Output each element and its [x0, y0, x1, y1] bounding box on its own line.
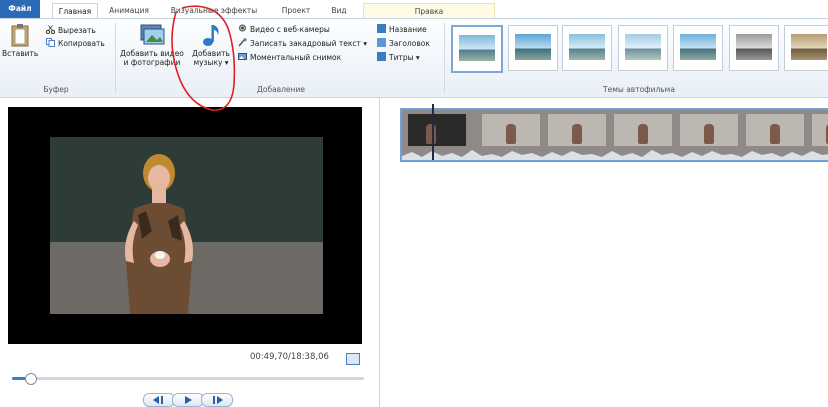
group-separator — [444, 23, 445, 93]
tab-home[interactable]: Главная — [52, 3, 98, 19]
add-video-photo-button[interactable]: Добавить видео и фотографии — [120, 23, 184, 67]
narration-label: Записать закадровый текст ▾ — [250, 39, 368, 48]
scissors-icon — [45, 25, 56, 35]
webcam-video-button[interactable]: Видео с веб-камеры — [238, 24, 330, 35]
theme-cinematic[interactable] — [562, 25, 612, 71]
group-separator — [115, 23, 116, 93]
microphone-icon — [238, 38, 247, 47]
add-music-label-2: музыку ▾ — [193, 58, 229, 67]
tab-edit[interactable]: Правка — [363, 3, 495, 19]
video-preview[interactable] — [8, 107, 362, 344]
playback-timecode: 00:49,70/18:38,06 — [250, 352, 329, 362]
credits-button[interactable]: Титры ▾ — [377, 52, 420, 63]
record-narration-button[interactable]: Записать закадровый текст ▾ — [238, 38, 367, 49]
ribbon: Вставить Вырезать Копировать Буфер Добав… — [0, 18, 828, 98]
clipboard-group-label: Буфер — [43, 85, 69, 94]
timeline-playhead[interactable] — [432, 104, 434, 160]
credits-icon — [377, 52, 386, 61]
caption-button[interactable]: Заголовок — [377, 38, 430, 49]
music-note-icon — [199, 23, 223, 47]
clip-frame — [548, 114, 606, 146]
tab-animation[interactable]: Анимация — [104, 3, 154, 18]
audio-waveform — [402, 150, 828, 160]
clip-frame — [408, 114, 466, 146]
add-video-label-1: Добавить видео — [120, 49, 184, 58]
tab-project[interactable]: Проект — [278, 3, 314, 18]
seek-thumb[interactable] — [24, 373, 37, 385]
seek-slider[interactable] — [12, 373, 364, 385]
caption-label: Заголовок — [389, 39, 430, 48]
fullscreen-icon[interactable] — [346, 353, 360, 365]
title-button[interactable]: Название — [377, 24, 427, 35]
pane-divider[interactable] — [379, 97, 380, 407]
copy-icon — [46, 38, 55, 47]
next-frame-icon — [213, 396, 223, 404]
webcam-label: Видео с веб-камеры — [250, 25, 330, 34]
paste-button[interactable]: Вставить — [2, 23, 38, 58]
credits-label: Титры ▾ — [389, 53, 420, 62]
clip-frame — [680, 114, 738, 146]
previous-frame-icon — [153, 396, 163, 404]
clip-frame — [812, 114, 828, 146]
snapshot-label: Моментальный снимок — [250, 53, 342, 62]
add-music-button[interactable]: Добавить музыку ▾ — [188, 23, 234, 67]
clip-frame — [482, 114, 540, 146]
theme-default[interactable] — [451, 25, 503, 73]
theme-contemporary[interactable] — [508, 25, 558, 71]
ribbon-tabs: Файл Главная Анимация Визуальные эффекты… — [0, 0, 828, 19]
tab-view[interactable]: Вид — [326, 3, 352, 18]
add-video-label-2: и фотографии — [123, 58, 181, 67]
title-icon — [377, 24, 386, 33]
add-group-label: Добавление — [257, 85, 305, 94]
next-frame-button[interactable] — [201, 393, 233, 407]
storyboard-clip[interactable] — [400, 108, 828, 162]
title-label: Название — [389, 25, 427, 34]
play-icon — [185, 396, 192, 404]
add-music-label-1: Добавить — [192, 49, 230, 58]
film-photo-icon — [139, 23, 165, 47]
tab-visual-effects[interactable]: Визуальные эффекты — [168, 3, 260, 18]
cut-button[interactable]: Вырезать — [45, 25, 96, 36]
tab-file[interactable]: Файл — [0, 0, 40, 18]
clipboard-icon — [10, 23, 30, 47]
play-button[interactable] — [172, 393, 204, 407]
clip-frame — [746, 114, 804, 146]
theme-pan-zoom[interactable] — [673, 25, 723, 71]
video-frame — [50, 137, 323, 314]
theme-black-white[interactable] — [729, 25, 779, 71]
paste-label: Вставить — [2, 49, 39, 58]
snapshot-button[interactable]: Моментальный снимок — [238, 52, 341, 63]
theme-sepia[interactable] — [784, 25, 828, 71]
copy-label: Копировать — [58, 39, 105, 48]
previous-frame-button[interactable] — [143, 393, 175, 407]
themes-group-label: Темы автофильма — [603, 85, 675, 94]
copy-button[interactable]: Копировать — [46, 38, 105, 49]
snapshot-icon — [238, 52, 247, 61]
webcam-icon — [238, 24, 247, 33]
presenter-figure — [125, 154, 193, 314]
clip-frame — [614, 114, 672, 146]
caption-icon — [377, 38, 386, 47]
cut-label: Вырезать — [58, 26, 96, 35]
theme-fade[interactable] — [618, 25, 668, 71]
